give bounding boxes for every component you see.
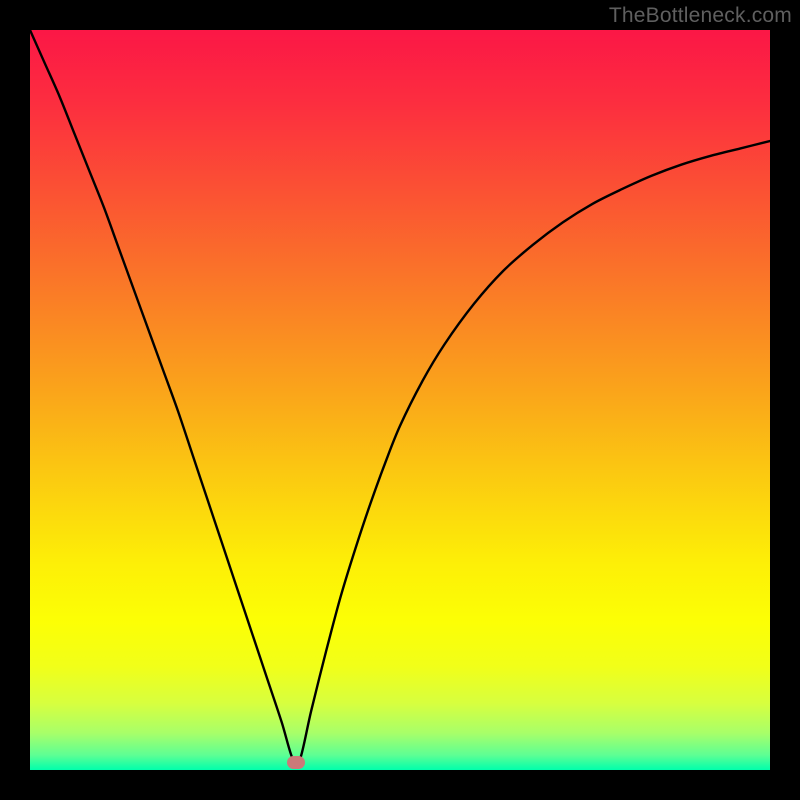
- gradient-background: [30, 30, 770, 770]
- plot-area: [30, 30, 770, 770]
- optimum-marker: [287, 756, 305, 769]
- chart-frame: TheBottleneck.com: [0, 0, 800, 800]
- watermark-text: TheBottleneck.com: [609, 4, 792, 28]
- chart-svg: [30, 30, 770, 770]
